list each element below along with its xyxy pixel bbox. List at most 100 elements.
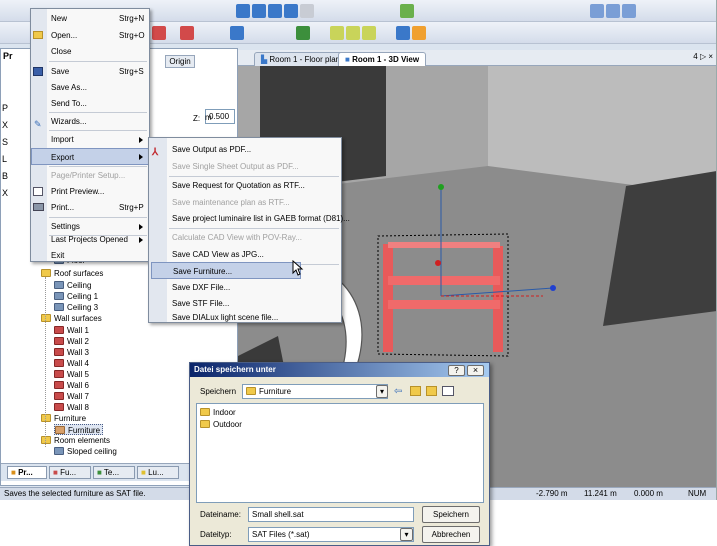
filename-input[interactable]: Small shell.sat <box>248 507 414 522</box>
filetype-dropdown[interactable]: SAT Files (*.sat) <box>248 527 414 542</box>
dropdown-arrow-icon[interactable]: ▾ <box>376 385 388 398</box>
tree-item-furniture-selected[interactable]: Furniture <box>54 424 104 435</box>
tree-item-wall-3[interactable]: Wall 3 <box>54 347 89 358</box>
tab-floor-plan[interactable]: ▙ Room 1 - Floor plan <box>254 52 348 66</box>
toolbar-icon[interactable] <box>346 26 360 40</box>
toolbar-icon[interactable] <box>152 26 166 40</box>
menu-item-accel: Strg+S <box>119 67 144 76</box>
menu-item-save-quotation-rtf[interactable]: Save Request for Quotation as RTF... <box>149 177 341 194</box>
tab-project[interactable]: ■ Pr... <box>7 466 47 479</box>
menu-item-save-cad-jpg[interactable]: Save CAD View as JPG... <box>149 246 341 263</box>
tree-item-label: Wall 2 <box>67 337 89 346</box>
up-folder-icon[interactable] <box>410 386 421 396</box>
tree-item-ceiling-1[interactable]: Ceiling 1 <box>54 291 98 302</box>
folder-item-outdoor[interactable]: Outdoor <box>200 419 242 430</box>
save-button[interactable]: Speichern <box>422 506 480 523</box>
toolbar-icon[interactable] <box>268 4 282 18</box>
ceiling-icon <box>54 447 64 455</box>
tree-item-wall-7[interactable]: Wall 7 <box>54 391 89 402</box>
toolbar-icon[interactable] <box>230 26 244 40</box>
origin-handle[interactable] <box>435 260 441 266</box>
menu-item-save-furniture[interactable]: Save Furniture... <box>151 262 301 279</box>
toolbar-icon[interactable] <box>252 4 266 18</box>
menu-item-print-preview[interactable]: Print Preview... <box>31 183 149 200</box>
menu-item-save-as[interactable]: Save As... <box>31 79 149 96</box>
menu-item-label: Save project luminaire list in GAEB form… <box>172 214 350 223</box>
furniture-icon <box>55 426 65 434</box>
save-in-dropdown[interactable]: Furniture <box>242 384 388 399</box>
toolbar-icon[interactable] <box>300 4 314 18</box>
shelf-board <box>388 242 500 248</box>
close-button[interactable]: × <box>467 365 484 376</box>
toolbar-icon[interactable] <box>396 26 410 40</box>
folder-item-indoor[interactable]: Indoor <box>200 407 236 418</box>
toolbar-icon[interactable] <box>590 4 604 18</box>
back-icon[interactable]: ⇦ <box>394 386 402 397</box>
tree-item-wall-1[interactable]: Wall 1 <box>54 325 89 336</box>
view-menu-icon[interactable] <box>442 386 454 396</box>
toolbar-icon[interactable] <box>362 26 376 40</box>
x-handle[interactable] <box>550 285 556 291</box>
toolbar-icon[interactable] <box>622 4 636 18</box>
tree-item-room-elements[interactable]: Room elements <box>41 435 110 446</box>
menu-item-close[interactable]: Close <box>31 43 149 60</box>
menu-item-label: Export <box>51 153 75 162</box>
tree-item-sloped-ceiling[interactable]: Sloped ceiling <box>54 446 117 457</box>
toolbar-icon[interactable] <box>236 4 250 18</box>
z-handle[interactable] <box>438 184 444 190</box>
menu-item-send-to[interactable]: Send To... <box>31 95 149 112</box>
tree-item-wall-4[interactable]: Wall 4 <box>54 358 89 369</box>
tab-label: Lu... <box>148 468 164 477</box>
toolbar-icon[interactable] <box>330 26 344 40</box>
menu-item-wizards[interactable]: ✎ Wizards... <box>31 113 149 130</box>
tab-furniture[interactable]: ■ Fu... <box>49 466 91 479</box>
toolbar-icon[interactable] <box>606 4 620 18</box>
tab-luminaires[interactable]: ■ Lu... <box>137 466 179 479</box>
floor-plan-icon: ▙ <box>261 55 268 64</box>
tree-item-ceiling-3[interactable]: Ceiling 3 <box>54 302 98 313</box>
tree-item-wall-6[interactable]: Wall 6 <box>54 380 89 391</box>
help-button[interactable]: ? <box>448 365 465 376</box>
tab-origin[interactable]: Origin <box>165 55 195 68</box>
tree-item-roof-surfaces[interactable]: Roof surfaces <box>41 268 103 279</box>
toolbar-icon[interactable] <box>400 4 414 18</box>
menu-item-save-dxf[interactable]: Save DXF File... <box>149 279 341 296</box>
menu-item-label: Open... <box>51 31 78 40</box>
submenu-arrow-icon <box>139 237 143 243</box>
menu-item-new[interactable]: New Strg+N <box>31 10 149 27</box>
tree-item-wall-5[interactable]: Wall 5 <box>54 369 89 380</box>
tree-item-wall-surfaces[interactable]: Wall surfaces <box>41 313 102 324</box>
toolbar-icon[interactable] <box>412 26 426 40</box>
menu-item-save-light-scene[interactable]: Save DIALux light scene file... <box>149 309 341 326</box>
view-window-controls[interactable]: 4 ▷ × <box>693 52 713 61</box>
tree-item-label: Furniture <box>54 414 87 423</box>
menu-item-save-pdf[interactable]: ⅄ Save Output as PDF... <box>149 141 341 158</box>
tree-item-ceiling[interactable]: Ceiling <box>54 280 91 291</box>
menu-item-save[interactable]: Save Strg+S <box>31 63 149 80</box>
new-folder-icon[interactable] <box>426 386 437 396</box>
folder-list[interactable]: Indoor Outdoor <box>196 403 484 503</box>
tab-textures[interactable]: ■ Te... <box>93 466 135 479</box>
menu-item-open[interactable]: Open... Strg+O <box>31 27 149 44</box>
submenu-arrow-icon <box>139 137 143 143</box>
menu-item-export[interactable]: Export <box>31 148 149 165</box>
tree-item-wall-8[interactable]: Wall 8 <box>54 402 89 413</box>
menu-item-print[interactable]: Print... Strg+P <box>31 199 149 216</box>
menu-item-label: Calculate CAD View with POV-Ray... <box>172 233 302 242</box>
toolbar-icon[interactable] <box>284 4 298 18</box>
menu-item-save-gaeb[interactable]: Save project luminaire list in GAEB form… <box>149 210 350 227</box>
tab-3d-view[interactable]: ■ Room 1 - 3D View <box>338 52 427 66</box>
menu-item-last-projects[interactable]: Last Projects Opened <box>31 231 149 248</box>
tree-item-label: Sloped ceiling <box>67 447 117 456</box>
menu-item-exit[interactable]: Exit <box>31 247 149 264</box>
texture-tab-icon: ■ <box>97 468 102 477</box>
cancel-button[interactable]: Abbrechen <box>422 526 480 543</box>
dropdown-arrow-icon[interactable]: ▾ <box>400 528 413 541</box>
tree-item-wall-2[interactable]: Wall 2 <box>54 336 89 347</box>
menu-item-import[interactable]: Import <box>31 131 149 148</box>
tab-label: Fu... <box>60 468 77 477</box>
tree-item-furniture-folder[interactable]: Furniture <box>41 413 86 424</box>
toolbar-icon[interactable] <box>296 26 310 40</box>
toolbar-icon[interactable] <box>180 26 194 40</box>
export-submenu: ⅄ Save Output as PDF... Save Single Sheet… <box>148 137 350 326</box>
